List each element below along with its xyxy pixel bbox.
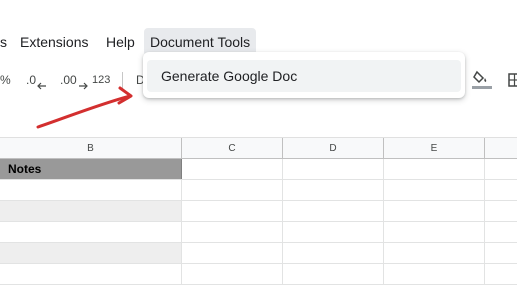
menu-format-partial[interactable]: s (0, 28, 13, 56)
table-row (0, 222, 517, 243)
fill-color-icon[interactable] (472, 68, 492, 90)
column-headers: B C D E (0, 137, 517, 159)
column-header-e[interactable]: E (384, 138, 485, 159)
table-row (0, 201, 517, 222)
percent-format-button[interactable]: % (0, 64, 11, 96)
cell[interactable] (283, 159, 384, 179)
table-row: Notes (0, 159, 517, 180)
cell[interactable] (0, 222, 182, 242)
cell[interactable] (384, 222, 485, 242)
table-row (0, 180, 517, 201)
table-row (0, 264, 517, 285)
column-header-b[interactable]: B (0, 138, 182, 159)
cell[interactable] (0, 180, 182, 200)
cell[interactable] (182, 243, 283, 263)
column-header-d[interactable]: D (283, 138, 384, 159)
cell[interactable] (384, 243, 485, 263)
column-header-f[interactable] (485, 138, 517, 159)
generate-google-doc-menu-item[interactable]: Generate Google Doc (147, 60, 461, 92)
sheet-grid: B C D E Notes (0, 137, 517, 295)
cell[interactable] (384, 159, 485, 179)
menu-help[interactable]: Help (100, 28, 141, 56)
cell[interactable] (283, 264, 384, 284)
cell[interactable] (182, 159, 283, 179)
cell[interactable] (0, 243, 182, 263)
cell[interactable] (384, 264, 485, 284)
cell[interactable] (182, 264, 283, 284)
cell[interactable] (0, 201, 182, 221)
cell[interactable] (182, 201, 283, 221)
cell[interactable] (283, 201, 384, 221)
table-row (0, 243, 517, 264)
cell[interactable] (283, 243, 384, 263)
notes-header-cell[interactable]: Notes (0, 159, 182, 179)
borders-icon[interactable] (508, 73, 517, 87)
spreadsheet-window: s Extensions Help Document Tools % .0 .0… (0, 0, 517, 295)
cell[interactable] (384, 180, 485, 200)
document-tools-dropdown: Generate Google Doc (143, 52, 465, 98)
cell[interactable] (182, 180, 283, 200)
cell[interactable] (283, 222, 384, 242)
cell[interactable] (182, 222, 283, 242)
cell[interactable] (283, 180, 384, 200)
cell[interactable] (384, 201, 485, 221)
column-header-c[interactable]: C (182, 138, 283, 159)
cell[interactable] (0, 264, 182, 284)
menu-extensions[interactable]: Extensions (14, 28, 94, 56)
